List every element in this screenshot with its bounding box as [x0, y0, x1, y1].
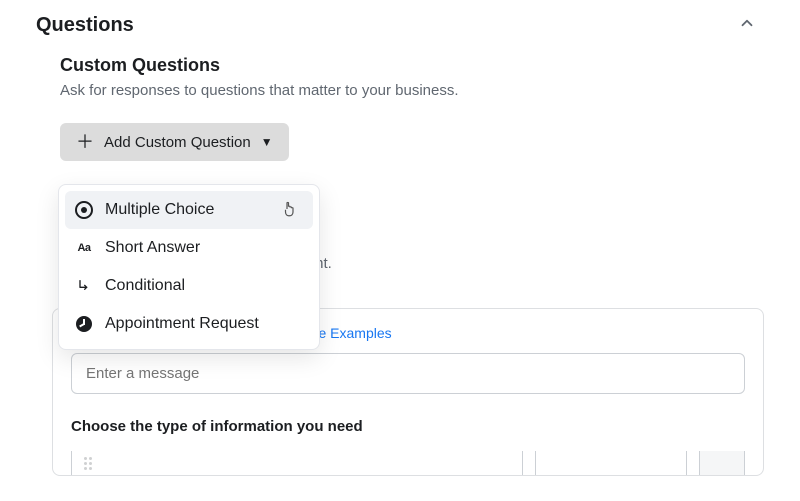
menu-item-label: Multiple Choice: [105, 201, 214, 219]
custom-questions-description: Ask for responses to questions that matt…: [60, 82, 764, 99]
section-header[interactable]: Questions: [36, 14, 764, 37]
questions-section: Questions Custom Questions Ask for respo…: [0, 0, 800, 476]
menu-item-label: Conditional: [105, 277, 185, 295]
radio-icon: [75, 201, 93, 219]
question-type-menu: Multiple Choice Aa Short Answer Conditio…: [58, 184, 320, 350]
menu-item-short-answer[interactable]: Aa Short Answer: [65, 229, 313, 267]
custom-questions-block: Custom Questions Ask for responses to qu…: [36, 37, 764, 161]
menu-item-multiple-choice[interactable]: Multiple Choice: [65, 191, 313, 229]
text-aa-icon: Aa: [75, 239, 93, 257]
info-field-secondary[interactable]: [535, 451, 687, 475]
pointer-cursor-icon: [281, 199, 299, 224]
add-custom-question-label: Add Custom Question: [104, 134, 251, 151]
info-field-selector[interactable]: [71, 451, 523, 475]
custom-questions-title: Custom Questions: [60, 55, 764, 76]
menu-item-label: Short Answer: [105, 239, 200, 257]
choose-info-type-title: Choose the type of information you need: [71, 418, 745, 435]
info-field-action[interactable]: [699, 451, 745, 475]
chevron-up-icon[interactable]: [738, 14, 756, 37]
conditional-arrow-icon: [75, 277, 93, 295]
menu-item-conditional[interactable]: Conditional: [65, 267, 313, 305]
menu-item-label: Appointment Request: [105, 315, 259, 333]
message-input[interactable]: [71, 353, 745, 394]
menu-item-appointment-request[interactable]: Appointment Request: [65, 305, 313, 343]
add-custom-question-button[interactable]: ＋ Add Custom Question ▼: [60, 123, 289, 161]
caret-down-icon: ▼: [261, 135, 273, 149]
section-title: Questions: [36, 14, 134, 37]
drag-handle-icon[interactable]: [84, 457, 92, 470]
clock-icon: [75, 315, 93, 333]
plus-icon: ＋: [76, 133, 94, 151]
info-field-row: [71, 451, 745, 475]
